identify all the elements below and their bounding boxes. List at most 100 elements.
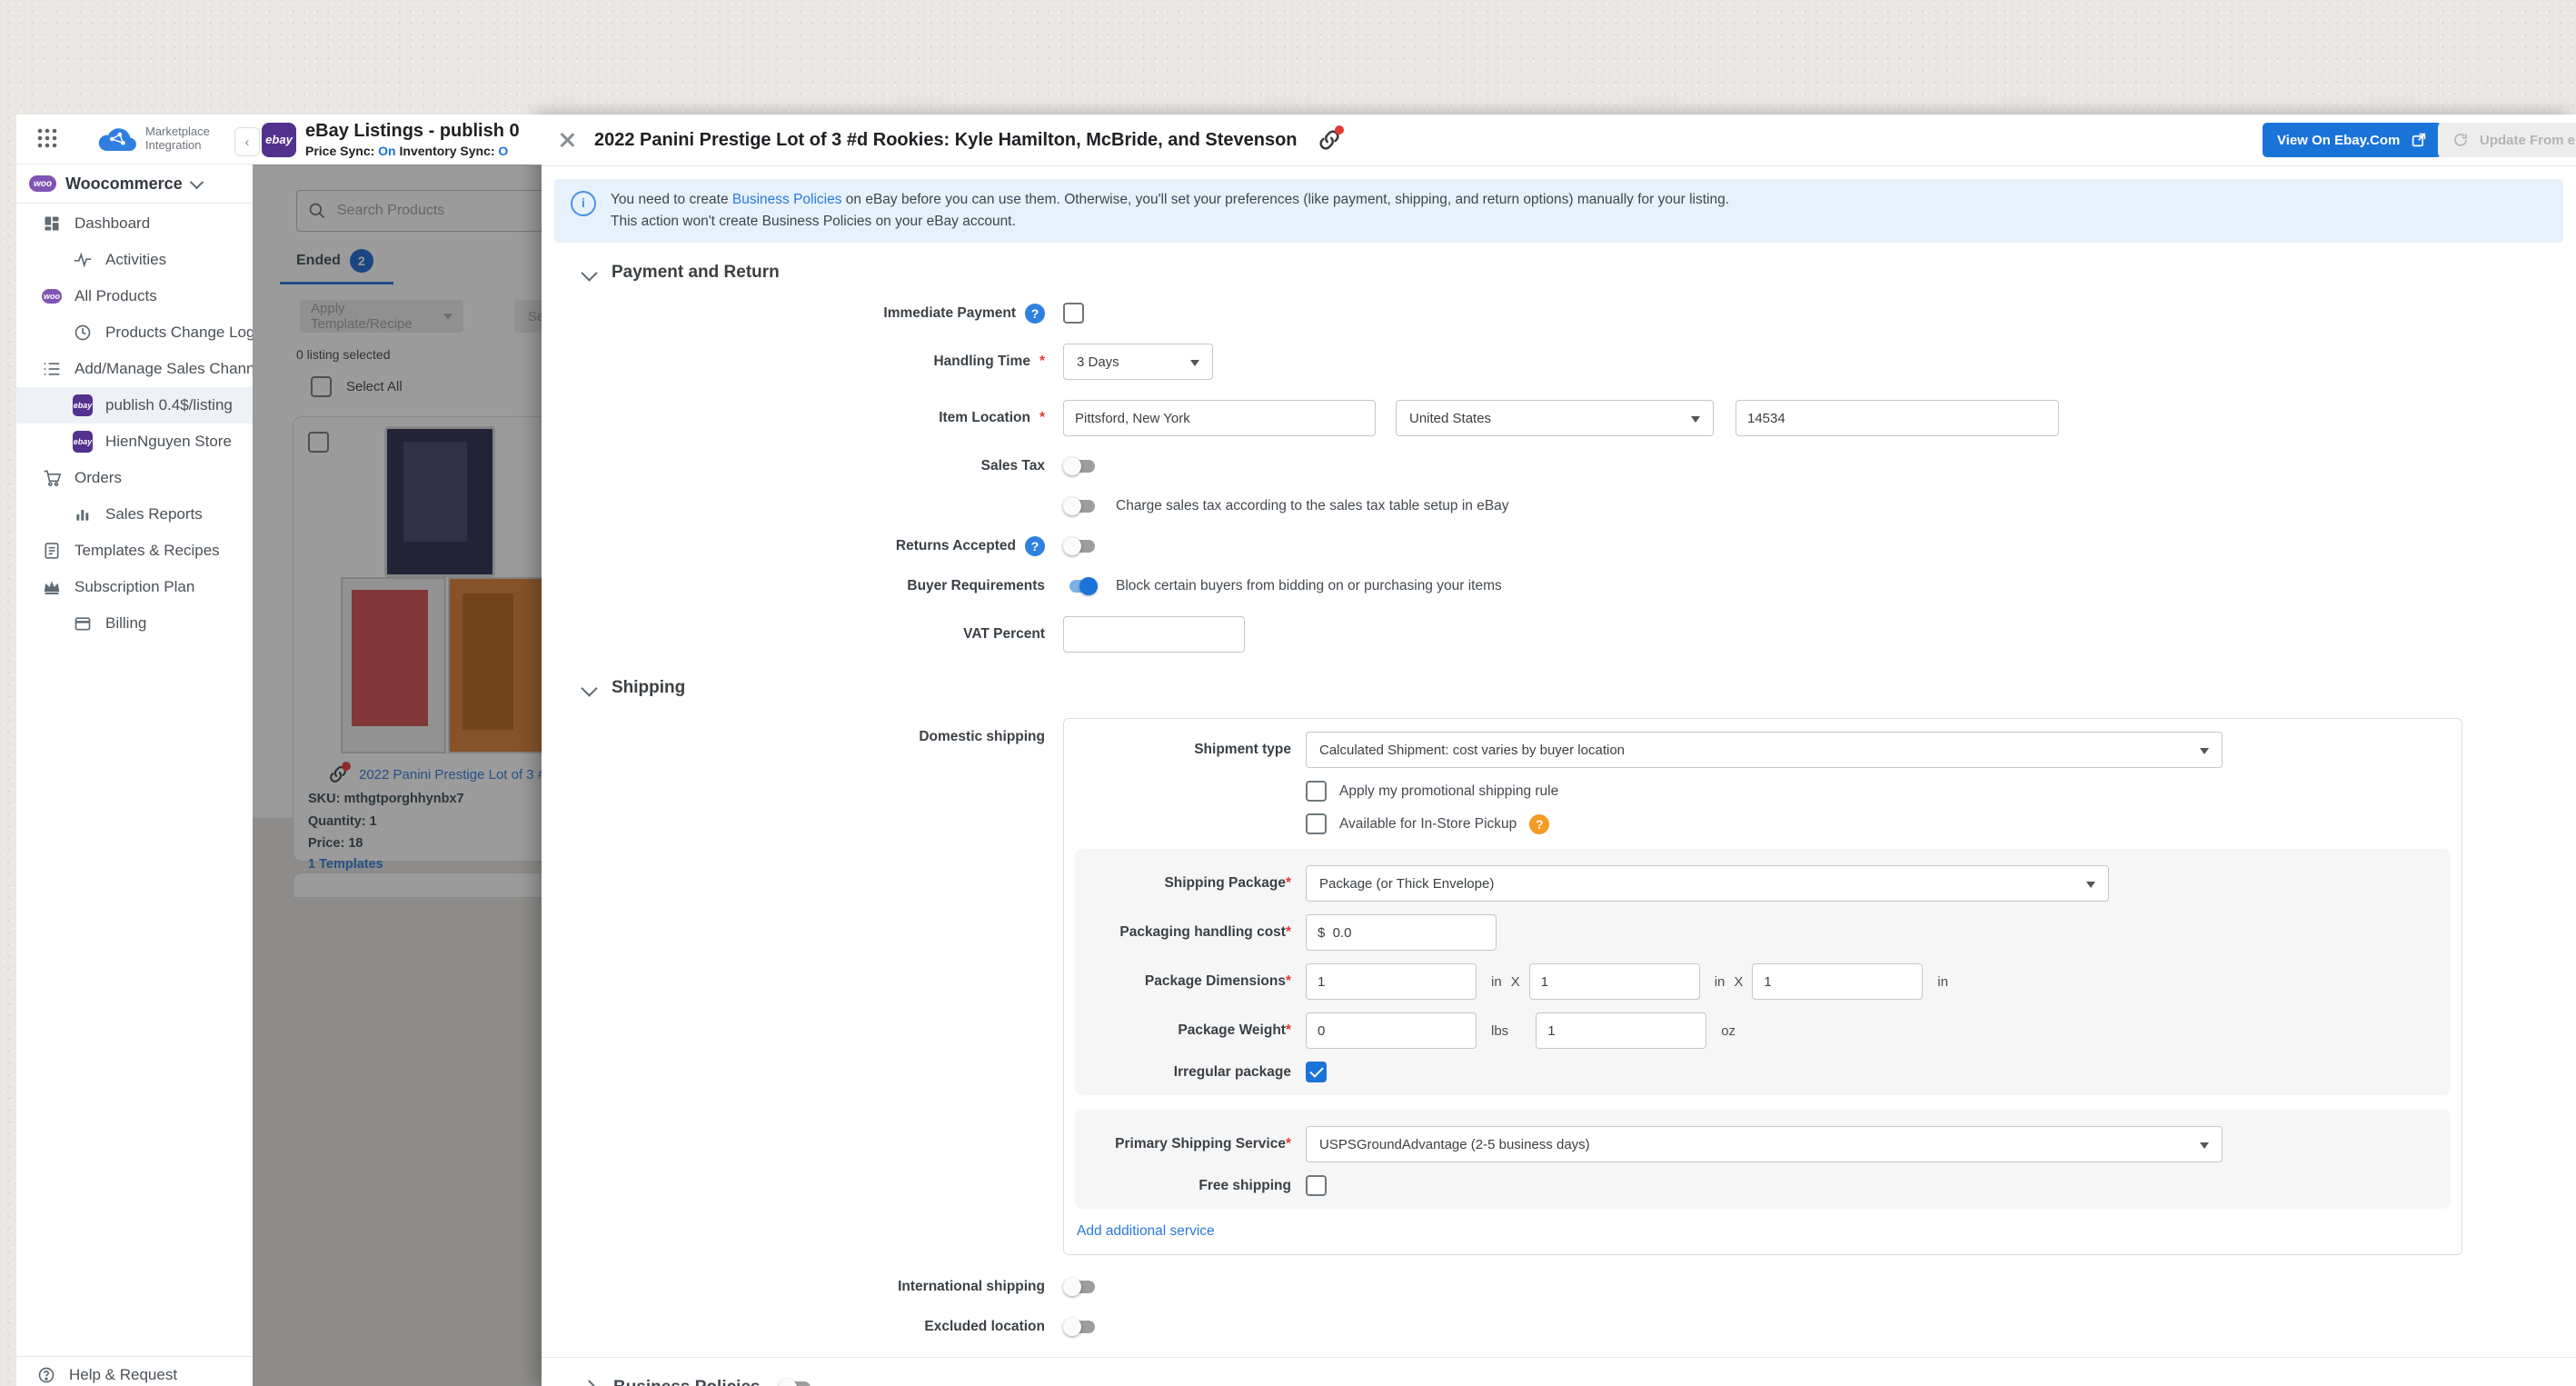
close-icon[interactable]: [556, 129, 578, 151]
unit-in: in: [1715, 974, 1726, 990]
listings-panel-title: eBay Listings - publish 0: [305, 121, 520, 142]
dimension-separator: X: [1734, 974, 1743, 990]
charge-sales-tax-toggle[interactable]: [1063, 496, 1098, 516]
chevron-down-icon: [581, 680, 597, 696]
section-business-policies[interactable]: Business Policies: [583, 1378, 2576, 1386]
primary-service-label: Primary Shipping Service: [1115, 1136, 1286, 1152]
handling-time-row: Handling Time* 3 Days: [542, 344, 2576, 380]
charge-sales-tax-text: Charge sales tax according to the sales …: [1116, 498, 1509, 514]
help-question-icon[interactable]: ?: [1025, 536, 1045, 556]
handling-time-value: 3 Days: [1077, 354, 1119, 370]
shipment-type-value: Calculated Shipment: cost varies by buye…: [1319, 743, 1625, 758]
listing-link-icon[interactable]: [1318, 128, 1341, 152]
returns-accepted-toggle[interactable]: [1063, 536, 1098, 556]
sidebar-item-label: Orders: [75, 469, 122, 487]
sidebar-item-label: Activities: [105, 251, 166, 269]
business-policies-link[interactable]: Business Policies: [732, 192, 842, 207]
business-policies-toggle[interactable]: [779, 1378, 813, 1386]
shipping-package-row: Shipping Package* Package (or Thick Enve…: [1075, 865, 2451, 902]
item-location-row: Item Location* United States: [542, 400, 2576, 436]
sidebar-nav: Dashboard Activities woo All Products Pr…: [16, 204, 253, 642]
weight-oz-input[interactable]: [1536, 1012, 1706, 1049]
sidebar-item-label: Add/Manage Sales Channels: [75, 360, 254, 378]
listings-panel: ebay eBay Listings - publish 0 Price Syn…: [253, 115, 542, 1386]
add-additional-service-link[interactable]: Add additional service: [1077, 1223, 2462, 1240]
sidebar-item-activities[interactable]: Activities: [16, 242, 253, 278]
listing-detail-panel: 2022 Panini Prestige Lot of 3 #d Rookies…: [542, 115, 2576, 1386]
cart-icon: [42, 468, 62, 488]
irregular-package-checkbox[interactable]: [1306, 1062, 1327, 1082]
shipping-package-select[interactable]: Package (or Thick Envelope): [1306, 865, 2109, 902]
ebay-logo-icon: ebay: [262, 123, 296, 157]
help-question-icon[interactable]: ?: [1529, 814, 1549, 834]
weight-lbs-input[interactable]: [1306, 1012, 1477, 1049]
external-link-icon: [2411, 132, 2427, 148]
sales-tax-toggle[interactable]: [1063, 456, 1098, 476]
item-location-country-select[interactable]: United States: [1396, 400, 1714, 436]
in-store-pickup-checkbox[interactable]: [1306, 813, 1327, 834]
listings-panel-header: ebay eBay Listings - publish 0 Price Syn…: [253, 115, 542, 165]
domestic-shipping-box: Shipment type Calculated Shipment: cost …: [1063, 718, 2462, 1255]
excluded-location-toggle[interactable]: [1063, 1317, 1098, 1337]
primary-service-select[interactable]: USPSGroundAdvantage (2-5 business days): [1306, 1126, 2223, 1162]
dimension-height-input[interactable]: [1752, 963, 1923, 1000]
sidebar-item-subscription-plan[interactable]: Subscription Plan: [16, 569, 253, 605]
item-location-city-input[interactable]: [1063, 400, 1376, 436]
sidebar-item-billing[interactable]: Billing: [16, 605, 253, 642]
dimension-length-input[interactable]: [1306, 963, 1477, 1000]
section-shipping[interactable]: Shipping: [583, 678, 2576, 698]
buyer-requirements-label: Buyer Requirements: [907, 578, 1045, 594]
dimension-width-input[interactable]: [1529, 963, 1700, 1000]
sidebar-item-label: HienNguyen Store: [105, 433, 232, 451]
help-question-icon[interactable]: ?: [1025, 304, 1045, 324]
view-on-ebay-button[interactable]: View On Ebay.Com: [2263, 123, 2442, 157]
shipping-package-label: Shipping Package: [1164, 875, 1286, 891]
modal-backdrop[interactable]: [253, 165, 542, 1386]
sidebar-item-templates-recipes[interactable]: Templates & Recipes: [16, 533, 253, 569]
package-dimensions-row: Package Dimensions* in X in X in: [1075, 963, 2451, 1000]
unit-lbs: lbs: [1491, 1023, 1508, 1039]
chevron-down-icon: [581, 264, 597, 281]
sidebar-item-hiennguyen-store[interactable]: ebay HienNguyen Store: [16, 424, 253, 460]
sidebar-item-publish-listing[interactable]: ebay publish 0.4$/listing: [16, 387, 253, 424]
store-selector-label: Woocommerce: [65, 174, 183, 194]
collapse-arrow-icon: ‹: [245, 135, 250, 150]
sidebar-item-dashboard[interactable]: Dashboard: [16, 205, 253, 242]
sidebar-item-label: Templates & Recipes: [75, 542, 220, 560]
promo-rule-checkbox[interactable]: [1306, 781, 1327, 802]
sidebar-item-label: publish 0.4$/listing: [105, 396, 233, 414]
international-shipping-toggle[interactable]: [1063, 1277, 1098, 1297]
info-banner: i You need to create Business Policies o…: [554, 179, 2563, 243]
primary-service-value: USPSGroundAdvantage (2-5 business days): [1319, 1137, 1590, 1152]
store-selector[interactable]: woo Woocommerce: [16, 165, 253, 204]
update-from-ebay-button[interactable]: Update From eBay: [2438, 123, 2576, 157]
app-launcher-icon[interactable]: [36, 127, 60, 151]
info-banner-text: You need to create Business Policies on …: [611, 189, 1729, 233]
free-shipping-row: Free shipping: [1075, 1175, 2451, 1196]
handling-time-select[interactable]: 3 Days: [1063, 344, 1213, 380]
item-location-zip-input[interactable]: [1736, 400, 2059, 436]
activities-icon: [73, 250, 93, 270]
sidebar-item-add-manage-sales-channels[interactable]: Add/Manage Sales Channels: [16, 351, 253, 387]
required-mark: *: [1286, 1136, 1291, 1152]
free-shipping-label: Free shipping: [1198, 1178, 1291, 1193]
ebay-channel-icon: ebay: [73, 432, 93, 452]
free-shipping-checkbox[interactable]: [1306, 1175, 1327, 1196]
immediate-payment-checkbox[interactable]: [1063, 303, 1084, 324]
help-request-link[interactable]: Help & Request: [16, 1356, 254, 1386]
domestic-shipping-label: Domestic shipping: [919, 729, 1045, 745]
promo-rule-text: Apply my promotional shipping rule: [1339, 783, 1558, 800]
sidebar-item-orders[interactable]: Orders: [16, 460, 253, 496]
buyer-requirements-toggle[interactable]: [1063, 576, 1098, 596]
woo-products-icon: woo: [42, 286, 62, 306]
sidebar-item-products-change-log[interactable]: Products Change Log: [16, 314, 253, 351]
shipping-section-heading: Shipping: [612, 678, 685, 698]
sidebar-collapse-button[interactable]: ‹: [234, 127, 260, 156]
packaging-cost-input[interactable]: [1306, 914, 1497, 951]
sidebar-item-sales-reports[interactable]: Sales Reports: [16, 496, 253, 533]
shipment-type-select[interactable]: Calculated Shipment: cost varies by buye…: [1306, 732, 2223, 768]
sidebar-item-all-products[interactable]: woo All Products: [16, 278, 253, 314]
banner-text-2: on eBay before you can use them. Otherwi…: [841, 192, 1729, 207]
section-payment-and-return[interactable]: Payment and Return: [583, 263, 2576, 283]
vat-percent-input[interactable]: [1063, 616, 1245, 653]
